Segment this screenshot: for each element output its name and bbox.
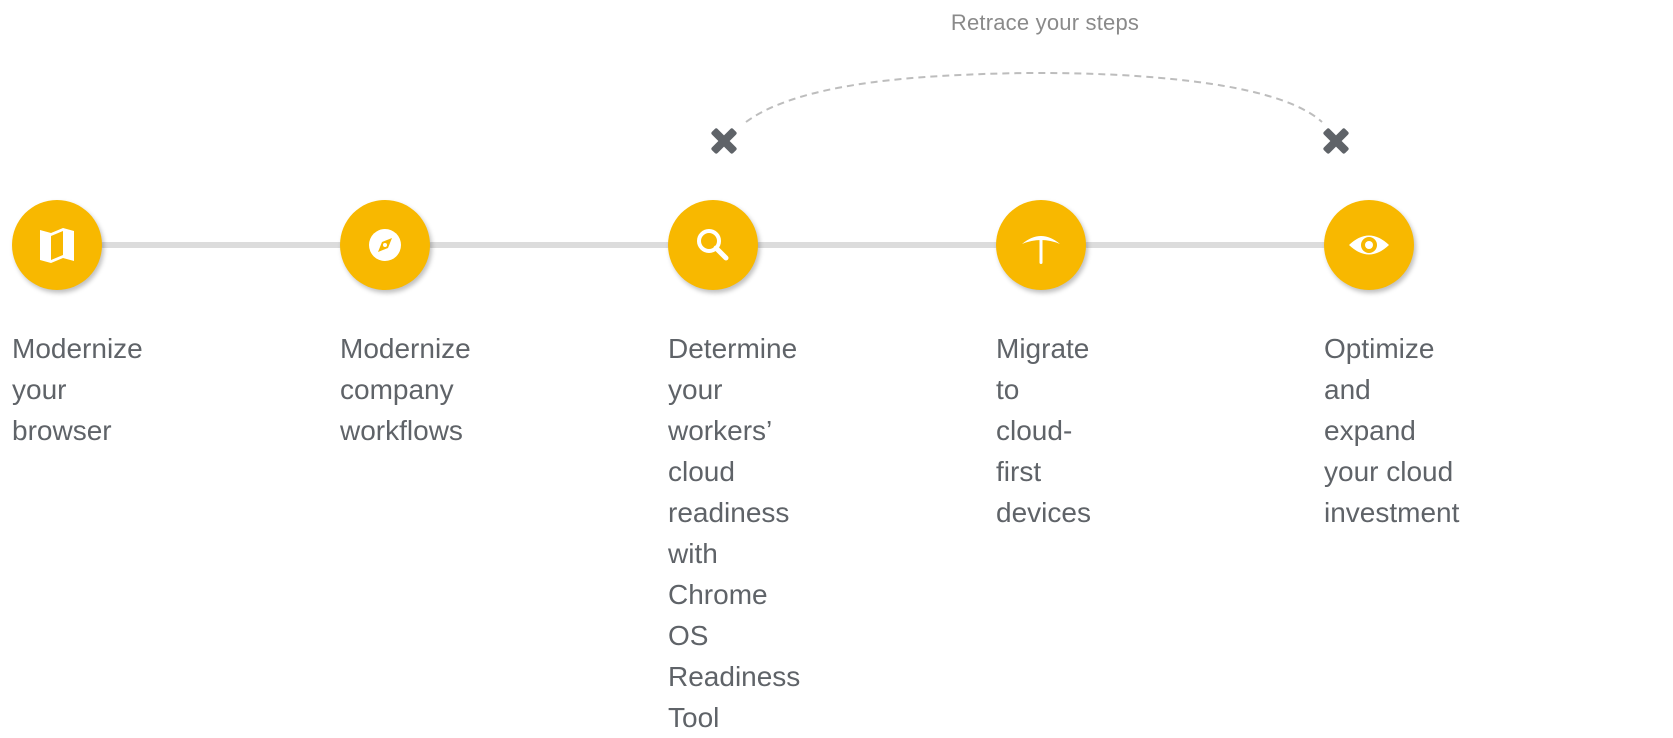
- step-label: Optimize and expand your cloud investmen…: [1324, 333, 1460, 528]
- connector-line: [756, 242, 1006, 248]
- pickaxe-icon: [1022, 236, 1060, 264]
- loop-start-x-marker-icon: [707, 124, 741, 158]
- step-circle: [340, 200, 430, 290]
- step-label: Modernize company workflows: [340, 333, 471, 446]
- step-circle: [1324, 200, 1414, 290]
- step-circle: [12, 200, 102, 290]
- search-icon: [697, 229, 729, 261]
- loop-end-x-marker-icon: [1319, 124, 1353, 158]
- step-label: Modernize your browser: [12, 333, 143, 446]
- map-icon: [40, 228, 74, 263]
- eye-icon: [1349, 235, 1389, 255]
- connector-line: [428, 242, 678, 248]
- retrace-label: Retrace your steps: [950, 10, 1140, 35]
- connector-line: [1084, 242, 1334, 248]
- process-diagram: Retrace your steps Modernize your browse…: [0, 0, 1673, 733]
- connector-line: [100, 242, 350, 248]
- compass-icon: [369, 229, 401, 261]
- step-label: Migrate to cloud-first devices: [996, 333, 1091, 528]
- step-circle: [668, 200, 758, 290]
- step-circle: [996, 200, 1086, 290]
- step-label: Determine your workers’ cloud readiness …: [668, 333, 801, 733]
